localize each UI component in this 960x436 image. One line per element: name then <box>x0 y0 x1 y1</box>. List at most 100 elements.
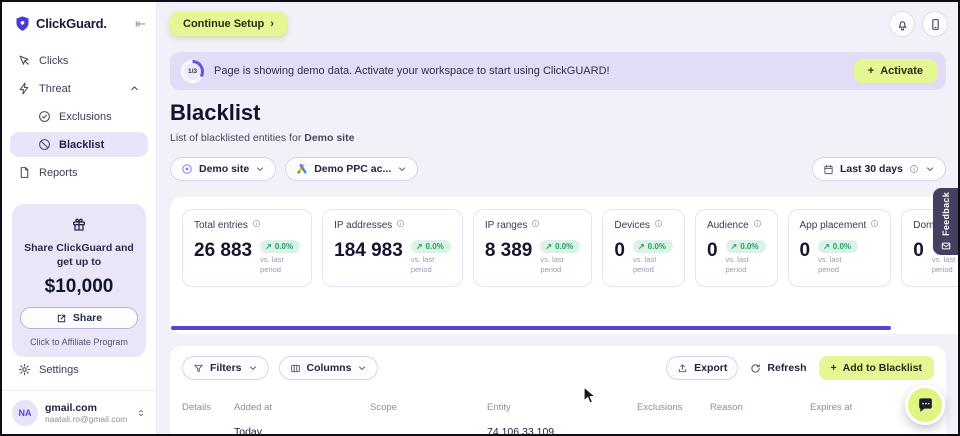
stat-value: 0 <box>800 240 811 262</box>
user-name: gmail.com <box>45 402 127 414</box>
gear-icon <box>18 363 31 376</box>
logo-row: ClickGuard. ⇤ <box>2 2 156 38</box>
sidebar-item-exclusions[interactable]: Exclusions <box>10 104 148 129</box>
column-header[interactable]: Added at <box>234 402 370 413</box>
cell-scope <box>370 426 487 436</box>
external-link-icon <box>56 313 67 324</box>
columns-button[interactable]: Columns <box>279 356 379 380</box>
share-button[interactable]: Share <box>20 307 138 329</box>
horizontal-scrollbar[interactable] <box>171 326 891 330</box>
trend-up-icon: ↗ <box>545 242 552 251</box>
affiliate-link[interactable]: Click to Affiliate Program <box>20 337 138 347</box>
trend-badge: ↗0.0% <box>818 240 858 253</box>
user-email: naatali.ro@gmail.com <box>45 414 127 424</box>
notifications-button[interactable] <box>889 11 915 37</box>
avatar: NA <box>12 400 38 426</box>
info-icon[interactable] <box>654 219 663 231</box>
cell-reason <box>710 426 810 436</box>
device-button[interactable] <box>922 11 948 37</box>
ppc-account-selector[interactable]: Demo PPC ac... <box>285 157 418 181</box>
info-icon[interactable] <box>396 219 405 231</box>
sidebar-item-clicks[interactable]: Clicks <box>10 48 148 73</box>
feedback-tab[interactable]: Feedback <box>933 188 958 255</box>
info-icon[interactable] <box>753 219 762 231</box>
sidebar-item-blacklist[interactable]: Blacklist <box>10 132 148 157</box>
cell-added-at: Today <box>234 426 370 436</box>
trend-badge: ↗0.0% <box>633 240 673 253</box>
collapse-sidebar-icon[interactable]: ⇤ <box>135 17 146 30</box>
activate-button[interactable]: + Activate <box>854 59 937 83</box>
stat-card-ip-addresses: IP addresses 184 983 ↗0.0% vs. last peri… <box>322 209 463 287</box>
chevron-right-icon: › <box>270 18 274 30</box>
stat-value: 0 <box>913 240 924 262</box>
stat-card-devices: Devices 0 ↗0.0% vs. last period <box>602 209 685 287</box>
info-icon[interactable] <box>252 219 261 231</box>
trend-up-icon: ↗ <box>731 242 738 251</box>
info-icon[interactable] <box>870 219 879 231</box>
affiliate-promo-card[interactable]: Share ClickGuard and get up to $10,000 S… <box>12 204 146 357</box>
site-selector[interactable]: Demo site <box>170 157 276 181</box>
trend-up-icon: ↗ <box>416 242 423 251</box>
clickguard-shield-icon <box>14 15 31 32</box>
stats-row: Total entries 26 883 ↗0.0% vs. last peri… <box>182 209 960 287</box>
chevron-down-icon <box>357 363 367 373</box>
chat-widget-button[interactable] <box>905 385 945 425</box>
refresh-button[interactable]: Refresh <box>750 362 806 374</box>
promo-text: Share ClickGuard and get up to <box>20 241 138 269</box>
info-icon[interactable] <box>531 219 540 231</box>
stats-panel: Total entries 26 883 ↗0.0% vs. last peri… <box>170 197 960 334</box>
column-header[interactable]: Entity <box>487 402 637 413</box>
nav-label: Reports <box>39 167 78 179</box>
stat-card-ip-ranges: IP ranges 8 389 ↗0.0% vs. last period <box>473 209 593 287</box>
mobile-device-icon <box>929 18 942 31</box>
feedback-envelope-icon <box>941 241 951 251</box>
refresh-icon <box>750 363 761 374</box>
user-meta: gmail.com naatali.ro@gmail.com <box>45 402 127 424</box>
continue-setup-button[interactable]: Continue Setup › <box>170 12 287 36</box>
add-to-blacklist-button[interactable]: + Add to Blacklist <box>819 356 935 380</box>
nav-label: Exclusions <box>59 111 112 123</box>
stat-sub: vs. last period <box>633 255 673 275</box>
stat-sub: vs. last period <box>726 255 766 275</box>
page-subtitle: List of blacklisted entities for Demo si… <box>170 132 354 144</box>
google-ads-icon <box>296 163 308 175</box>
stat-value: 8 389 <box>485 240 533 262</box>
sidebar: ClickGuard. ⇤ Clicks Threat <box>2 2 157 434</box>
export-icon <box>677 363 688 374</box>
stat-value: 26 883 <box>194 240 252 262</box>
stat-sub: vs. last period <box>411 255 451 275</box>
banner-message: Page is showing demo data. Activate your… <box>214 65 610 77</box>
trend-badge: ↗0.0% <box>260 240 300 253</box>
sidebar-item-reports[interactable]: Reports <box>10 160 148 185</box>
clicks-cursor-icon <box>18 54 31 67</box>
cell-exclusions <box>637 426 710 436</box>
user-account[interactable]: NA gmail.com naatali.ro@gmail.com <box>2 391 156 436</box>
column-header[interactable]: Scope <box>370 402 487 413</box>
topbar-icons <box>889 11 948 37</box>
blacklist-table-panel: Filters Columns <box>170 346 946 436</box>
filters-button[interactable]: Filters <box>182 356 269 380</box>
chat-bubble-icon <box>916 396 935 415</box>
table-row[interactable]: Today 74.106.33.109 <box>182 426 934 436</box>
gift-icon <box>71 216 87 232</box>
chevron-up-icon[interactable] <box>129 83 140 94</box>
feedback-label: Feedback <box>941 192 951 236</box>
filter-bar: Demo site Demo PPC ac... Last 30 days <box>170 157 946 181</box>
sidebar-item-threat[interactable]: Threat <box>10 76 148 101</box>
subtitle-site-name: Demo site <box>304 132 354 144</box>
column-header[interactable]: Exclusions <box>637 402 710 413</box>
stat-value: 0 <box>614 240 625 262</box>
table-toolbar: Filters Columns <box>182 356 934 380</box>
trend-up-icon: ↗ <box>265 242 272 251</box>
sidebar-item-settings[interactable]: Settings <box>10 357 148 382</box>
export-button[interactable]: Export <box>666 356 738 380</box>
promo-amount: $10,000 <box>20 276 138 298</box>
bell-icon <box>896 18 909 31</box>
nav-label: Clicks <box>39 55 68 67</box>
date-range-selector[interactable]: Last 30 days <box>812 157 946 181</box>
stat-card-total-entries: Total entries 26 883 ↗0.0% vs. last peri… <box>182 209 312 287</box>
stat-sub: vs. last period <box>540 255 580 275</box>
chevron-updown-icon[interactable] <box>136 407 146 419</box>
column-header[interactable]: Reason <box>710 402 810 413</box>
column-header[interactable]: Details <box>182 402 234 413</box>
